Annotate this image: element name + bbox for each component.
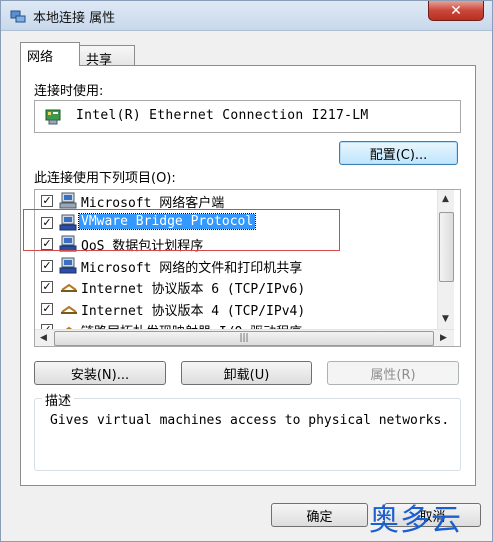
properties-button[interactable]: 属性(R) [327, 361, 459, 385]
list-item[interactable]: ✓ Internet 协议版本 6 (TCP/IPv6) [35, 277, 435, 297]
description-title: 描述 [42, 390, 75, 409]
ok-button[interactable]: 确定 [271, 503, 368, 527]
tab-network[interactable]: 网络 [20, 42, 80, 66]
network-service-icon [59, 257, 77, 274]
item-label: Microsoft 网络的文件和打印机共享 [81, 261, 303, 276]
properties-window: 本地连接 属性 ✕ 网络 共享 连接时使用: Intel(R) Ethernet… [0, 0, 493, 542]
window-title: 本地连接 属性 [33, 11, 116, 26]
network-connection-icon [10, 10, 26, 23]
tab-sharing[interactable]: 共享 [79, 45, 135, 68]
item-checkbox[interactable]: ✓ [41, 195, 53, 207]
list-item[interactable]: ✓ Microsoft 网络的文件和打印机共享 [35, 256, 435, 276]
network-adapter-icon [45, 109, 61, 125]
item-label: Internet 协议版本 6 (TCP/IPv6) [81, 282, 306, 297]
horizontal-scrollbar[interactable]: ◀ ||| ▶ [35, 329, 454, 346]
connect-using-label: 连接时使用: [34, 84, 104, 99]
items-label: 此连接使用下列项目(O): [34, 171, 176, 186]
adapter-field: Intel(R) Ethernet Connection I217-LM [34, 100, 461, 133]
scroll-right-icon[interactable]: ▶ [440, 333, 447, 343]
title-bar[interactable]: 本地连接 属性 [1, 1, 492, 31]
item-label: Internet 协议版本 4 (TCP/IPv4) [81, 304, 306, 319]
highlight-annotation [23, 209, 340, 251]
list-item[interactable]: ✓ Microsoft 网络客户端 [35, 191, 435, 211]
close-icon: ✕ [450, 2, 462, 19]
vertical-scroll-thumb[interactable] [439, 212, 454, 282]
item-checkbox[interactable]: ✓ [41, 281, 53, 293]
item-checkbox[interactable]: ✓ [41, 260, 53, 272]
horizontal-scroll-thumb[interactable]: ||| [54, 331, 434, 346]
description-text: Gives virtual machines access to physica… [50, 413, 450, 428]
description-group [34, 398, 461, 471]
scroll-up-icon[interactable]: ▲ [442, 194, 449, 204]
protocol-icon [61, 283, 77, 292]
uninstall-button[interactable]: 卸载(U) [181, 361, 312, 385]
close-button[interactable]: ✕ [428, 1, 484, 21]
protocol-icon [61, 305, 77, 314]
install-button[interactable]: 安装(N)... [34, 361, 166, 385]
vertical-scrollbar[interactable]: ▲ ▼ [437, 190, 454, 329]
network-client-icon [59, 192, 77, 209]
scroll-left-icon[interactable]: ◀ [40, 333, 47, 343]
list-item[interactable]: ✓ Internet 协议版本 4 (TCP/IPv4) [35, 299, 435, 319]
watermark-logo: 奥多云 [369, 503, 462, 538]
adapter-name: Intel(R) Ethernet Connection I217-LM [76, 108, 369, 123]
scroll-down-icon[interactable]: ▼ [442, 314, 449, 324]
item-checkbox[interactable]: ✓ [41, 303, 53, 315]
configure-button[interactable]: 配置(C)... [339, 141, 458, 165]
